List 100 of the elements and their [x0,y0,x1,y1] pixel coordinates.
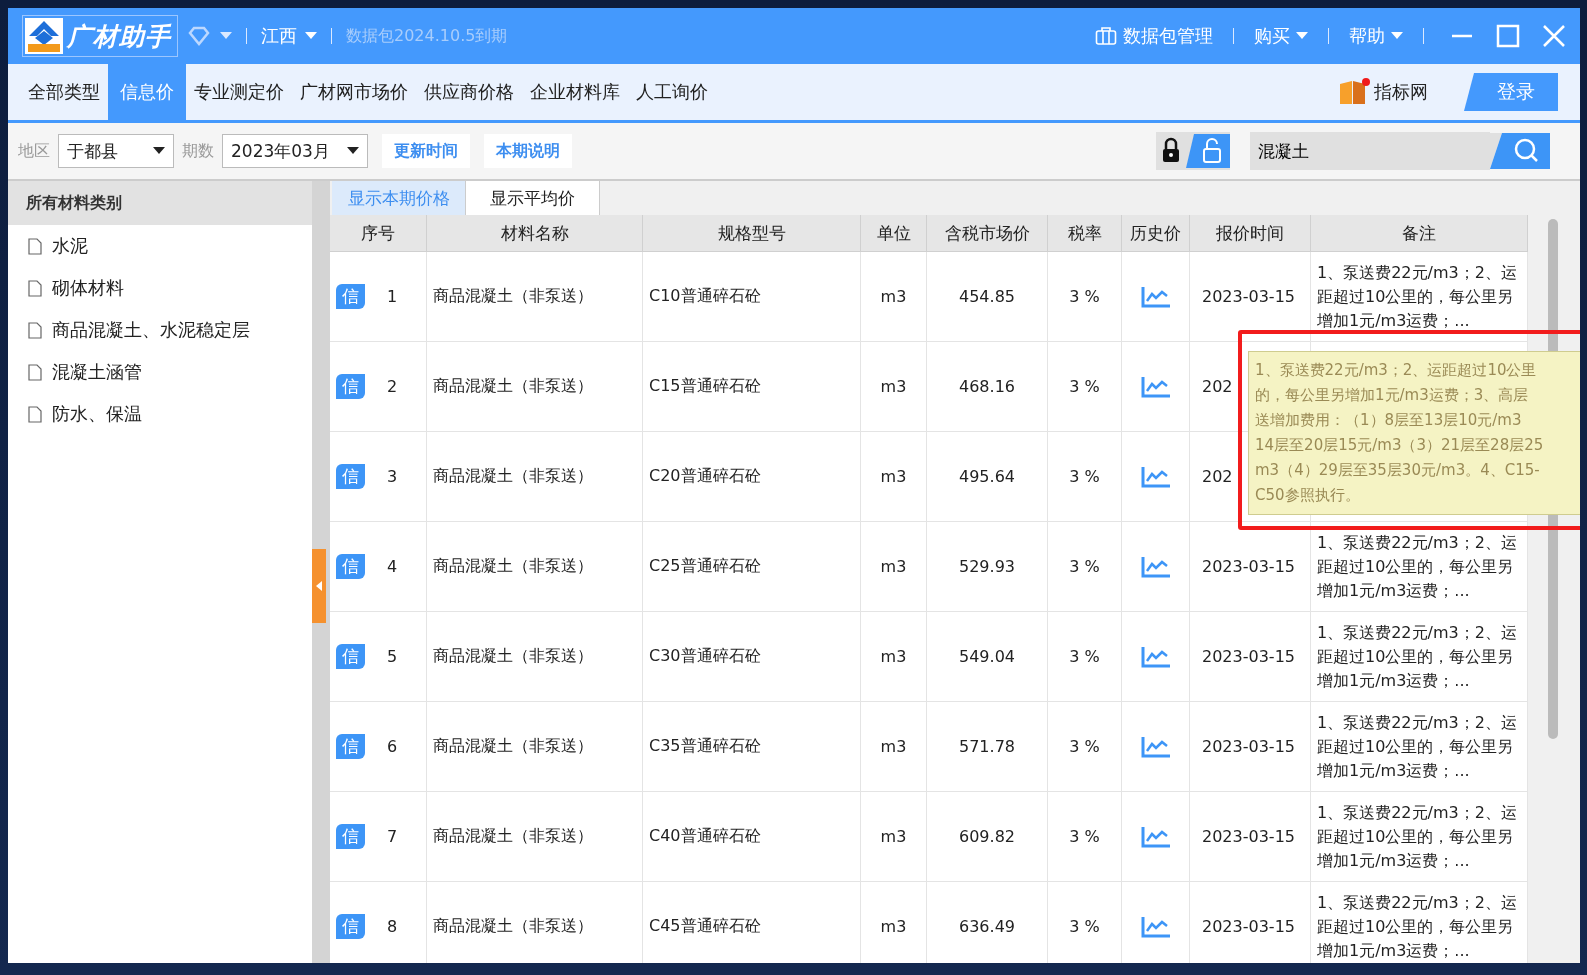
category-tab[interactable]: 供应商价格 [416,64,522,120]
table-cell: 2023-03-15 [1202,917,1295,936]
diamond-icon[interactable] [188,26,210,46]
category-tab[interactable]: 专业测定价 [186,64,292,120]
line-chart-icon[interactable] [1140,375,1171,398]
region-label: 地区 [18,140,50,162]
category-tab[interactable]: 人工询价 [628,64,716,120]
caret-icon[interactable] [220,32,232,40]
category-tab[interactable]: 全部类型 [20,64,108,120]
row-number: 8 [387,917,398,936]
document-icon [28,321,42,339]
category-label[interactable]: 砌体材料 [52,276,124,300]
table-cell: C15普通碎石砼 [649,376,761,397]
info-badge: 信 [336,464,365,489]
line-chart-icon[interactable] [1140,825,1171,848]
line-chart-icon[interactable] [1140,465,1171,488]
table-cell: 商品混凝土（非泵送） [433,736,593,757]
category-label[interactable]: 商品混凝土、水泥稳定层 [52,318,250,342]
table-cell: 3 % [1069,647,1100,666]
category-label[interactable]: 混凝土涵管 [52,360,142,384]
table-cell-text: 1、泵送费22元/m3；2、运距超过10公里的，每公里另增加1元/m3运费；... [1317,261,1518,332]
row-number: 7 [387,827,398,846]
table-cell-text: 1、泵送费22元/m3；2、运距超过10公里的，每公里另增加1元/m3运费；... [1317,531,1518,602]
table-cell: 商品混凝土（非泵送） [433,826,593,847]
index-site-link[interactable]: 指标网 [1338,64,1428,120]
category-item[interactable]: 商品混凝土、水泥稳定层 [8,309,312,351]
info-badge: 信 [336,374,365,399]
search-icon[interactable] [1490,133,1550,169]
table-cell: 2023-03-15 [1202,737,1295,756]
line-chart-icon[interactable] [1140,915,1171,938]
document-icon [28,405,42,423]
table-cell: C45普通碎石砼 [649,916,761,937]
category-tab[interactable]: 广材网市场价 [292,64,416,120]
column-header: 报价时间 [1190,215,1311,251]
briefcase-icon [1095,26,1117,46]
maximize-icon[interactable] [1496,24,1520,48]
line-chart-icon[interactable] [1140,285,1171,308]
category-label[interactable]: 防水、保温 [52,402,142,426]
category-item[interactable]: 水泥 [8,225,312,267]
period-label: 期数 [182,140,214,162]
table-cell: 3 % [1069,827,1100,846]
info-badge: 信 [336,914,365,939]
caret-icon [1391,32,1403,40]
table-cell: C35普通碎石砼 [649,736,761,757]
table-cell-text: 1、泵送费22元/m3；2、运距超过10公里的，每公里另增加1元/m3运费；... [1317,711,1518,782]
category-label[interactable]: 水泥 [52,234,88,258]
info-badge: 信 [336,284,365,309]
line-chart-icon[interactable] [1140,645,1171,668]
table-cell: 商品混凝土（非泵送） [433,556,593,577]
table-cell: 2023-03-15 [1202,827,1295,846]
table-cell: C30普通碎石砼 [649,646,761,667]
table-cell: 571.78 [959,737,1015,756]
table-cell-text: 1、泵送费22元/m3；2、运距超过10公里的，每公里另增加1元/m3运费；... [1317,621,1518,692]
category-item[interactable]: 砌体材料 [8,267,312,309]
row-number: 3 [387,467,398,486]
period-select[interactable]: 2023年03月 [222,134,368,168]
column-header: 规格型号 [643,215,861,251]
table-cell: 3 % [1069,287,1100,306]
document-icon [28,363,42,381]
table-cell-text: 1、泵送费22元/m3；2、运距超过10公里的，每公里另增加1元/m3运费；... [1317,891,1518,962]
table-cell: 2023-03-15 [1202,647,1295,666]
category-tab[interactable]: 企业材料库 [522,64,628,120]
table-cell: 3 % [1069,737,1100,756]
table-cell: m3 [880,917,907,936]
caret-icon [305,32,317,40]
column-header: 税率 [1048,215,1122,251]
caret-icon [347,147,359,155]
table-cell: m3 [880,287,907,306]
row-number: 4 [387,557,398,576]
table-cell: 商品混凝土（非泵送） [433,286,593,307]
column-header: 材料名称 [427,215,643,251]
caret-icon [1296,32,1308,40]
category-item[interactable]: 混凝土涵管 [8,351,312,393]
document-icon [28,279,42,297]
table-cell: 202 [1202,467,1233,486]
table-cell: 3 % [1069,917,1100,936]
table-cell: 609.82 [959,827,1015,846]
category-item[interactable]: 防水、保温 [8,393,312,435]
line-chart-icon[interactable] [1140,735,1171,758]
table-cell: 3 % [1069,377,1100,396]
table-cell: C10普通碎石砼 [649,286,761,307]
table-cell: 2023-03-15 [1202,557,1295,576]
table-cell: m3 [880,647,907,666]
table-cell: m3 [880,737,907,756]
region-select[interactable]: 于都县 [58,134,174,168]
view-tab[interactable]: 显示平均价 [466,181,600,215]
table-cell: C25普通碎石砼 [649,556,761,577]
close-icon[interactable] [1542,24,1566,48]
table-cell: 454.85 [959,287,1015,306]
table-cell: 636.49 [959,917,1015,936]
table-cell: 549.04 [959,647,1015,666]
line-chart-icon[interactable] [1140,555,1171,578]
table-cell: 468.16 [959,377,1015,396]
info-badge: 信 [336,734,365,759]
info-badge: 信 [336,644,365,669]
app-logo: 广材助手 [22,15,178,57]
book-icon [1338,78,1370,106]
sidebar-title: 所有材料类别 [8,181,312,225]
table-cell: C40普通碎石砼 [649,826,761,847]
collapse-handle[interactable] [312,549,326,623]
